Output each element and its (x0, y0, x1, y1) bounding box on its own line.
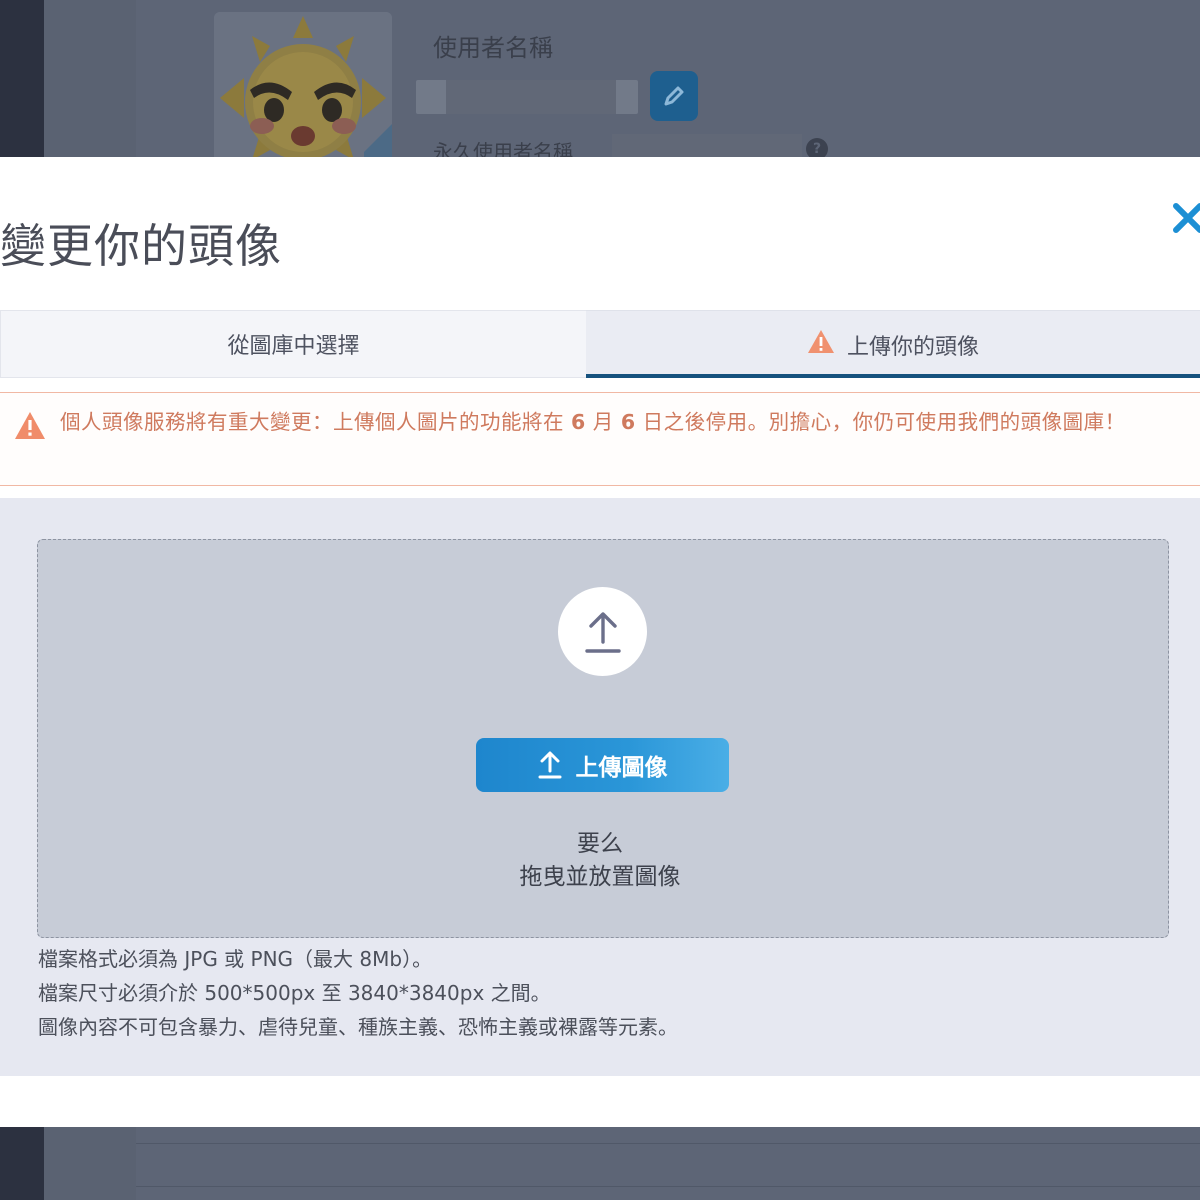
modal-title: 變更你的頭像 (0, 219, 282, 273)
upload-button-label: 上傳圖像 (575, 755, 668, 781)
upload-image-button[interactable]: 上傳圖像 (476, 738, 729, 792)
requirement-content: 圖像內容不可包含暴力、虐待兒童、種族主義、恐怖主義或裸露等元素。 (38, 1015, 678, 1039)
close-icon (1173, 203, 1200, 233)
warning-icon (14, 411, 46, 444)
current-avatar (214, 12, 392, 172)
requirement-format: 檔案格式必須為 JPG 或 PNG（最大 8Mb）。 (38, 947, 433, 971)
tab-label: 上傳你的頭像 (846, 334, 979, 360)
tab-upload-avatar[interactable]: 上傳你的頭像 (586, 310, 1200, 378)
close-button[interactable] (1170, 200, 1200, 244)
background-divider (136, 1186, 1200, 1187)
edit-username-button (650, 71, 698, 121)
background-divider (136, 1143, 1200, 1144)
warning-message: 個人頭像服務將有重大變更：上傳個人圖片的功能將在 6 月 6 日之後停用。別擔心… (60, 410, 1126, 434)
tab-label: 從圖庫中選擇 (227, 334, 360, 359)
deprecation-warning-banner: 個人頭像服務將有重大變更：上傳個人圖片的功能將在 6 月 6 日之後停用。別擔心… (0, 392, 1200, 486)
sun-avatar-image (214, 12, 392, 172)
username-value-redacted (416, 80, 638, 114)
tab-choose-from-gallery[interactable]: 從圖庫中選擇 (0, 310, 586, 378)
warning-icon (807, 329, 835, 360)
permanent-username-redacted (612, 134, 802, 158)
drag-and-drop-text: 拖曳並放置圖像 (519, 864, 681, 890)
upload-icon (584, 611, 621, 653)
upload-illustration (558, 587, 647, 676)
username-label: 使用者名稱 (433, 34, 553, 62)
or-text: 要么 (577, 831, 623, 857)
pencil-icon (664, 86, 684, 106)
upload-requirements: 檔案格式必須為 JPG 或 PNG（最大 8Mb）。 檔案尺寸必須介於 500*… (38, 942, 678, 1044)
requirement-dimensions: 檔案尺寸必須介於 500*500px 至 3840*3840px 之間。 (38, 981, 551, 1005)
upload-icon (538, 751, 562, 779)
